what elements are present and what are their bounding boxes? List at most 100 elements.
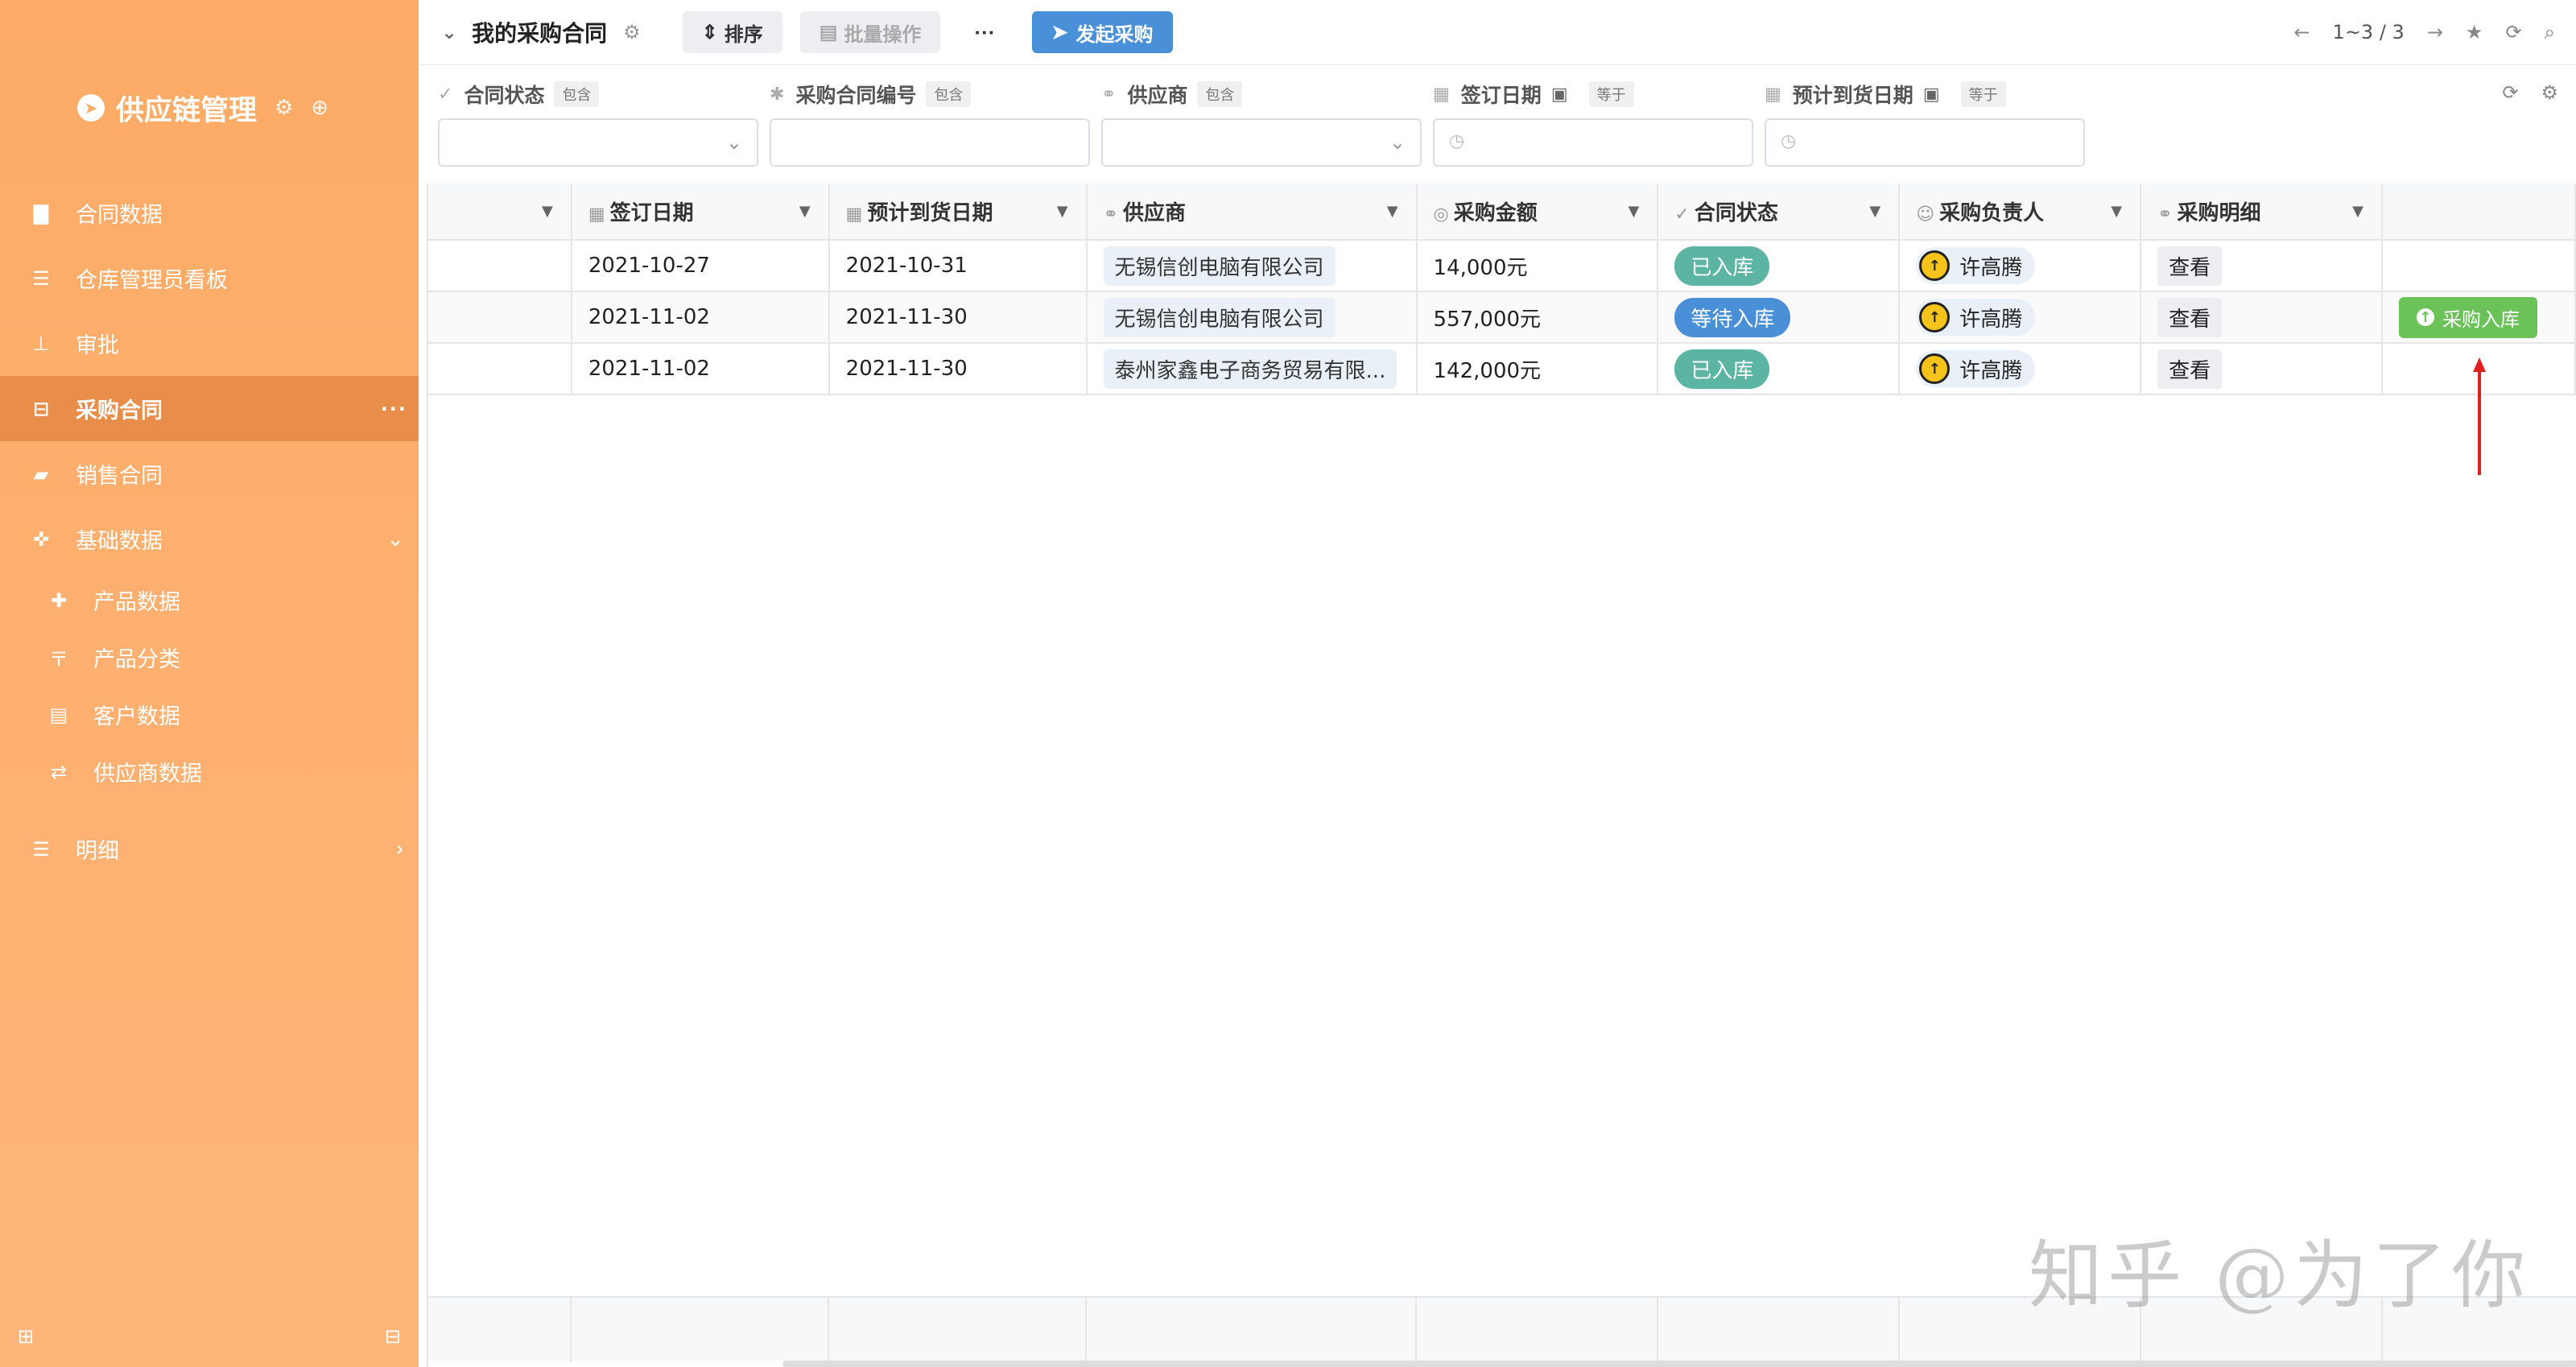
gear-icon[interactable]: ⚙ xyxy=(2541,81,2558,104)
column-header-index[interactable]: ▼ xyxy=(428,184,572,241)
caret-down-icon[interactable]: ▼ xyxy=(2352,203,2363,220)
sidebar-item-basic-data[interactable]: ✜ 基础数据 ⌄ xyxy=(0,506,419,572)
column-header-supplier[interactable]: ⚭ 供应商 ▼ xyxy=(1086,184,1418,241)
summary-cell xyxy=(1658,1298,1900,1362)
view-detail-link[interactable]: 查看 xyxy=(2157,246,2223,286)
owner-chip[interactable]: ↑ 许高腾 xyxy=(1916,299,2036,336)
paper-plane-icon: ➤ xyxy=(77,94,105,122)
page-title: 我的采购合同 xyxy=(472,20,608,47)
sidebar-item-approval[interactable]: ⊥ 审批 xyxy=(0,311,419,376)
sidebar-subitem-customer-data[interactable]: ▤ 客户数据 xyxy=(0,686,419,743)
caret-down-icon[interactable]: ▼ xyxy=(2111,203,2122,220)
table-row[interactable]: 2021-11-02 2021-11-30 无锡信创电脑有限公司 557,000… xyxy=(428,291,2576,344)
caret-down-icon[interactable]: ▼ xyxy=(1629,203,1640,220)
batch-operation-button[interactable]: ▤ 批量操作 xyxy=(799,11,941,53)
filter-operator[interactable]: 等于 xyxy=(1960,81,2006,107)
more-button[interactable]: ··· xyxy=(966,11,1003,53)
row-index-cell xyxy=(428,240,572,292)
sidebar-item-sales-contract[interactable]: ▰ 销售合同 xyxy=(0,441,419,506)
launch-purchase-button[interactable]: ➤ 发起采购 xyxy=(1032,11,1173,53)
summary-cell xyxy=(1087,1298,1417,1362)
column-header-sign-date[interactable]: ▦ 签订日期 ▼ xyxy=(571,184,830,241)
sidebar-item-contract-data[interactable]: ▇ 合同数据 xyxy=(0,180,419,246)
avatar: ↑ xyxy=(1919,353,1951,384)
asterisk-icon: ✱ xyxy=(770,84,785,105)
arrival-date-input[interactable]: ◷ xyxy=(1765,118,2085,167)
owner-chip[interactable]: ↑ 许高腾 xyxy=(1916,247,2036,284)
filter-operator[interactable]: 等于 xyxy=(1588,81,1634,107)
table-row[interactable]: 2021-10-27 2021-10-31 无锡信创电脑有限公司 14,000元… xyxy=(428,240,2576,292)
toggle-icon[interactable]: ▣ xyxy=(1923,85,1940,105)
supplier-link[interactable]: 泰州家鑫电子商务贸易有限... xyxy=(1103,349,1397,389)
horizontal-scrollbar[interactable] xyxy=(782,1361,2576,1367)
row-index-cell xyxy=(428,343,572,395)
toolbar-right: ← 1~3 / 3 → ★ ⟳ ⌕ xyxy=(2293,0,2555,64)
view-detail-link[interactable]: 查看 xyxy=(2157,297,2223,337)
column-header-owner[interactable]: ☺ 采购负责人 ▼ xyxy=(1899,184,2142,241)
sidebar-item-detail[interactable]: ☰ 明细 › xyxy=(0,816,419,882)
filter-operator[interactable]: 包含 xyxy=(926,81,972,107)
sidebar-subitem-product-data[interactable]: ✚ 产品数据 xyxy=(0,572,419,629)
contract-status-select[interactable]: ⌄ xyxy=(438,118,758,167)
caret-down-icon[interactable]: ▼ xyxy=(799,203,811,220)
sidebar-subitem-supplier-data[interactable]: ⇄ 供应商数据 xyxy=(0,743,419,800)
caret-down-icon[interactable]: ▼ xyxy=(542,203,553,220)
list-icon: ☰ xyxy=(32,837,50,861)
sidebar-item-warehouse-board[interactable]: ☰ 仓库管理员看板 xyxy=(0,246,419,311)
sidebar: ➤ 供应链管理 ⚙ ⊕ ▇ 合同数据 ☰ 仓库管理员看板 ⊥ 审批 ⊟ 采购合同… xyxy=(0,0,419,1367)
caret-down-icon[interactable]: ▼ xyxy=(1387,203,1398,220)
filter-contract-status: ✓ 合同状态 包含 ⌄ xyxy=(438,80,758,167)
owner-name: 许高腾 xyxy=(1959,358,2023,383)
supplier-link[interactable]: 无锡信创电脑有限公司 xyxy=(1103,297,1335,337)
filter-operator[interactable]: 包含 xyxy=(1197,81,1243,107)
data-table: ▼ ▦ 签订日期 ▼ ▦ 预计到货日期 ▼ ⚭ 供应商 ▼ ◎ 采购金额 ▼ ✓ 合同状态 ▼ ☺ 采… xyxy=(428,184,2576,395)
sign-date-input[interactable]: ◷ xyxy=(1433,118,1753,167)
view-settings-icon[interactable]: ⚙ xyxy=(623,21,641,43)
sidebar-item-label: 审批 xyxy=(76,333,119,358)
chevron-down-icon: ⌄ xyxy=(386,527,404,551)
star-icon[interactable]: ★ xyxy=(2466,21,2483,43)
filter-label: 预计到货日期 xyxy=(1792,84,1913,107)
filter-label: 合同状态 xyxy=(464,84,545,107)
view-detail-link[interactable]: 查看 xyxy=(2157,349,2223,389)
contract-number-input[interactable] xyxy=(770,118,1090,167)
search-icon[interactable]: ⌕ xyxy=(2545,21,2555,43)
supplier-cell: 无锡信创电脑有限公司 xyxy=(1086,291,1418,344)
sidebar-item-label: 销售合同 xyxy=(76,464,163,489)
add-square-icon[interactable]: ⊞ xyxy=(18,1325,34,1348)
supplier-link[interactable]: 无锡信创电脑有限公司 xyxy=(1103,246,1335,286)
more-icon[interactable]: ··· xyxy=(381,398,407,420)
caret-down-icon[interactable]: ▼ xyxy=(1869,203,1880,220)
column-label: 签订日期 xyxy=(609,201,694,225)
sidebar-item-purchase-contract[interactable]: ⊟ 采购合同 ··· xyxy=(0,376,419,441)
column-header-status[interactable]: ✓ 合同状态 ▼ xyxy=(1657,184,1901,241)
column-header-arrival-date[interactable]: ▦ 预计到货日期 ▼ xyxy=(828,184,1088,241)
refresh-icon[interactable]: ⟳ xyxy=(2502,81,2518,104)
sidebar-subitem-product-category[interactable]: 〒 产品分类 xyxy=(0,629,419,686)
toggle-icon[interactable]: ▣ xyxy=(1551,85,1568,105)
arrow-right-icon[interactable]: → xyxy=(2427,21,2443,43)
table-row[interactable]: 2021-11-02 2021-11-30 泰州家鑫电子商务贸易有限... 14… xyxy=(428,343,2576,395)
app-title: 供应链管理 xyxy=(116,94,258,127)
gear-icon[interactable]: ⚙ xyxy=(275,96,293,120)
column-label: 采购金额 xyxy=(1453,201,1538,225)
chevron-down-icon[interactable]: ⌄ xyxy=(441,21,457,43)
summary-cell xyxy=(572,1298,829,1362)
owner-chip[interactable]: ↑ 许高腾 xyxy=(1916,350,2036,387)
caret-down-icon[interactable]: ▼ xyxy=(1057,203,1068,220)
sidebar-item-label: 产品分类 xyxy=(93,647,180,672)
add-circle-icon[interactable]: ⊕ xyxy=(311,96,328,120)
supplier-select[interactable]: ⌄ xyxy=(1101,118,1422,167)
column-header-detail[interactable]: ⚭ 采购明细 ▼ xyxy=(2140,184,2383,241)
purchase-inbound-button[interactable]: ↑ 采购入库 xyxy=(2398,296,2537,338)
column-header-amount[interactable]: ◎ 采购金额 ▼ xyxy=(1416,184,1659,241)
filter-operator[interactable]: 包含 xyxy=(554,81,600,107)
collapse-sidebar-icon[interactable]: ⊟ xyxy=(385,1325,401,1348)
sort-icon: ⇕ xyxy=(701,21,718,43)
sort-button[interactable]: ⇕ 排序 xyxy=(682,11,782,53)
refresh-icon[interactable]: ⟳ xyxy=(2505,21,2521,43)
purchase-inbound-label: 采购入库 xyxy=(2442,308,2520,331)
status-cell: 已入库 xyxy=(1657,343,1901,395)
arrow-left-icon[interactable]: ← xyxy=(2293,21,2310,43)
filter-actions: ⟳ ⚙ xyxy=(2502,81,2558,104)
